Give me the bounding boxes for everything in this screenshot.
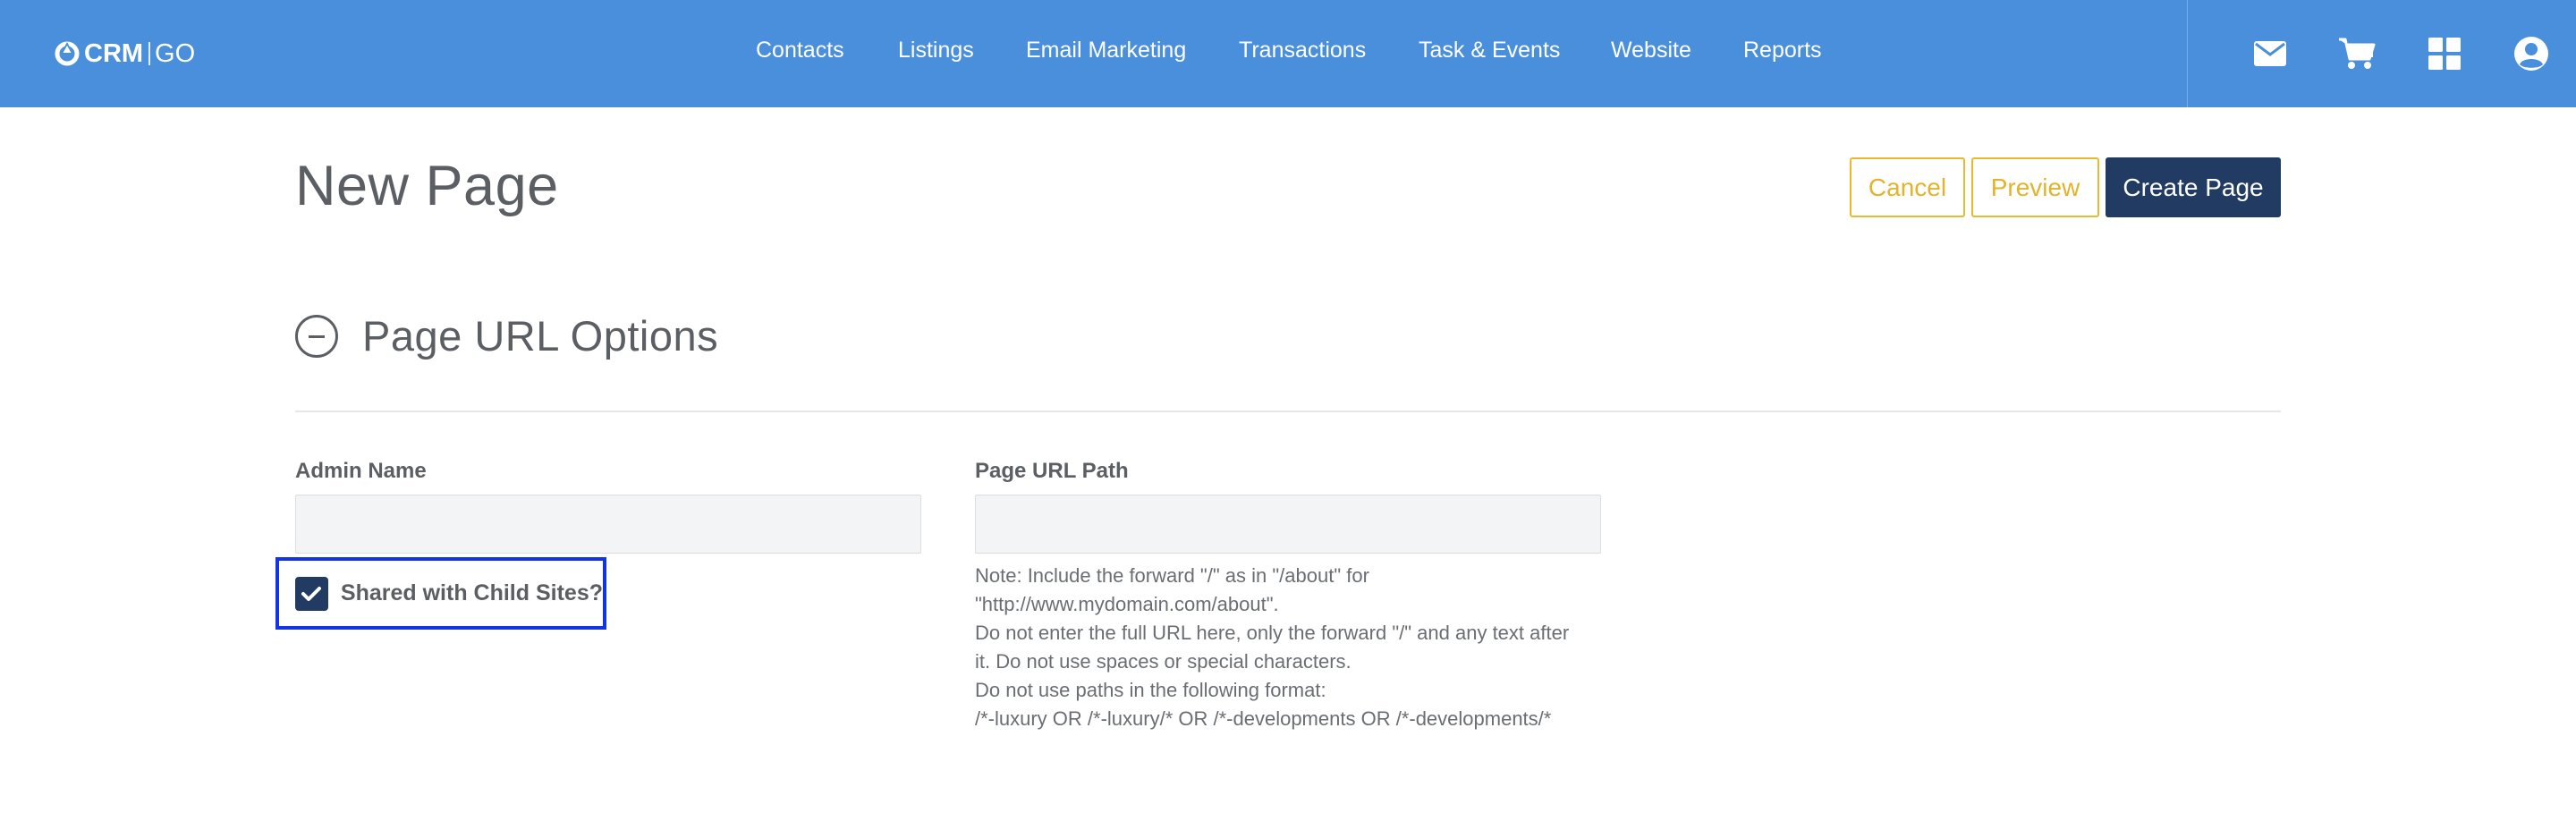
create-page-button[interactable]: Create Page [2106, 157, 2281, 217]
nav-item-listings[interactable]: Listings [898, 38, 974, 63]
header-tools [2187, 0, 2576, 107]
checkbox-checked[interactable] [295, 576, 328, 611]
envelope-icon[interactable] [2251, 36, 2289, 72]
section-divider [295, 411, 2281, 412]
admin-name-input[interactable] [295, 495, 921, 554]
note-line: Do not use paths in the following format… [975, 679, 1326, 701]
page-url-path-label: Page URL Path [975, 459, 1129, 483]
cart-icon[interactable] [2338, 36, 2376, 72]
page-url-path-input[interactable] [975, 495, 1601, 554]
note-line: Do not enter the full URL here, only the… [975, 622, 1570, 644]
nav-item-contacts[interactable]: Contacts [756, 38, 844, 63]
note-line: "http://www.mydomain.com/about". [975, 593, 1279, 615]
page-url-path-note: Note: Include the forward "/" as in "/ab… [975, 562, 1619, 733]
note-line: /*-luxury OR /*-luxury/* OR /*-developme… [975, 707, 1552, 730]
grid-icon[interactable] [2426, 36, 2463, 72]
nav-item-website[interactable]: Website [1611, 38, 1691, 63]
admin-name-label: Admin Name [295, 459, 427, 483]
note-line: it. Do not use spaces or special charact… [975, 650, 1352, 673]
nav-item-reports[interactable]: Reports [1743, 38, 1822, 63]
cancel-button[interactable]: Cancel [1850, 157, 1965, 217]
nav-item-task-events[interactable]: Task & Events [1419, 38, 1560, 63]
shared-with-child-sites-checkbox[interactable]: Shared with Child Sites? [275, 557, 606, 630]
page-title: New Page [295, 155, 559, 217]
user-circle-icon[interactable] [2512, 36, 2550, 72]
shared-with-child-sites-label: Shared with Child Sites? [340, 580, 603, 605]
preview-button[interactable]: Preview [1971, 157, 2099, 217]
top-navigation-bar: CRM GO Contacts Listings Email Marketing… [0, 0, 2576, 107]
nav-item-transactions[interactable]: Transactions [1239, 38, 1366, 63]
section-title: Page URL Options [362, 312, 719, 360]
note-line: Note: Include the forward "/" as in "/ab… [975, 564, 1369, 587]
checkmark-icon [301, 586, 322, 601]
nav-item-email-marketing[interactable]: Email Marketing [1026, 38, 1186, 63]
minus-circle-icon[interactable] [295, 315, 338, 358]
